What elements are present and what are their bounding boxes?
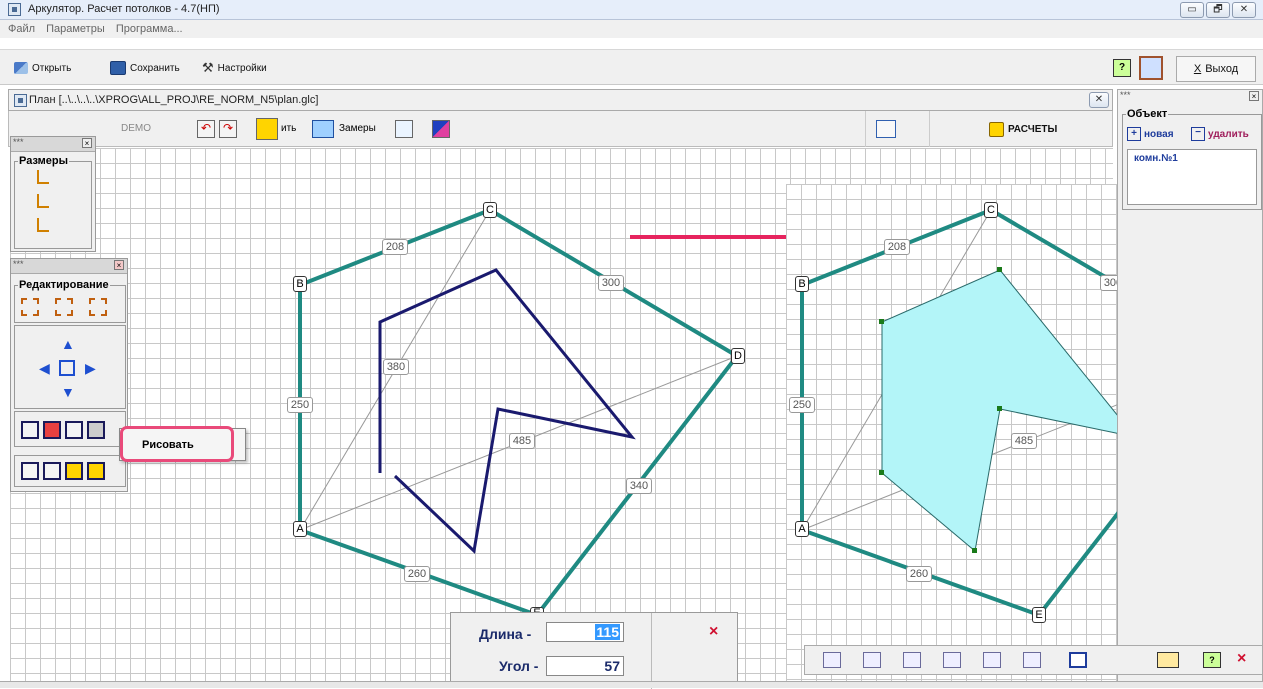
panel-grip: *** <box>13 259 24 269</box>
node-point <box>997 267 1002 272</box>
arrow-up-icon[interactable]: ▲ <box>61 336 75 352</box>
save-small-icon[interactable] <box>1069 652 1087 668</box>
angle-label: Угол - <box>499 658 539 674</box>
object-label: Объект <box>1126 108 1169 120</box>
length-input[interactable]: 115 <box>546 622 624 642</box>
flip-v-icon[interactable] <box>87 462 105 480</box>
object-group: Объект + новая − удалить комн.№1 <box>1122 108 1262 210</box>
bottom-tool-icon[interactable] <box>863 652 881 668</box>
bottom-tool-icon[interactable] <box>823 652 841 668</box>
dialog-close-button[interactable]: × <box>709 623 718 641</box>
align-group <box>14 455 126 487</box>
node-point <box>997 406 1002 411</box>
highlight-box <box>120 426 234 462</box>
size-vertical-icon[interactable] <box>37 194 49 208</box>
center-icon[interactable] <box>59 360 75 376</box>
vertex-label: B <box>795 276 809 292</box>
arrow-down-icon[interactable]: ▼ <box>61 384 75 400</box>
bottom-toolbar: ? × <box>804 645 1263 675</box>
dialog-separator <box>651 613 652 689</box>
dimension-label: 260 <box>906 566 932 582</box>
table-icon[interactable] <box>1157 652 1179 668</box>
edit-label: Редактирование <box>18 279 110 291</box>
sizes-group: Размеры <box>14 155 92 249</box>
sizes-panel-close[interactable]: × <box>82 138 92 148</box>
size-horizontal-icon[interactable] <box>37 170 49 184</box>
move-group: ▲ ◀ ▶ ▼ <box>14 325 126 409</box>
minus-icon: − <box>1191 127 1205 141</box>
bottom-tool-icon[interactable] <box>943 652 961 668</box>
plus-icon: + <box>1127 127 1141 141</box>
shape-group <box>14 411 126 447</box>
node-point <box>879 319 884 324</box>
vertex-label: C <box>984 202 998 218</box>
panel-grip: *** <box>1120 90 1131 100</box>
bottom-close-button[interactable]: × <box>1237 650 1246 668</box>
dimension-label: 250 <box>789 397 815 413</box>
edit-panel-close[interactable]: × <box>114 260 124 270</box>
length-value: 115 <box>595 624 620 640</box>
draw-tool-icon[interactable] <box>87 421 105 439</box>
rotate-left-icon[interactable] <box>21 462 39 480</box>
new-label: новая <box>1144 128 1174 140</box>
vertex-label: A <box>795 521 809 537</box>
panel-grip: *** <box>13 137 24 147</box>
edit-group: Редактирование <box>14 279 126 323</box>
length-angle-dialog: Длина - 115 Угол - 57 × <box>450 612 738 689</box>
right-room-plan <box>800 207 1243 618</box>
rotate-right-icon[interactable] <box>43 462 61 480</box>
dimension-label: 485 <box>1011 433 1037 449</box>
angle-input[interactable]: 57 <box>546 656 624 676</box>
status-bar <box>0 681 1263 688</box>
new-object-button[interactable]: + новая <box>1127 127 1174 141</box>
bottom-help-icon[interactable]: ? <box>1203 652 1221 668</box>
node-point <box>879 470 884 475</box>
edit-panel-header: *** × <box>11 259 127 274</box>
edit-add-icon[interactable] <box>89 298 107 316</box>
object-panel-close[interactable]: × <box>1249 91 1259 101</box>
delete-label: удалить <box>1208 128 1249 140</box>
vertex-label: E <box>1032 607 1046 623</box>
flip-h-icon[interactable] <box>65 462 83 480</box>
edit-tool-icon[interactable] <box>55 298 73 316</box>
sizes-panel-header: *** × <box>11 137 95 152</box>
object-panel: *** × Объект + новая − удалить комн.№1 <box>1117 89 1263 688</box>
arrow-left-icon[interactable]: ◀ <box>39 360 50 377</box>
rect-tool-icon[interactable] <box>21 421 39 439</box>
object-list[interactable]: комн.№1 <box>1127 149 1257 205</box>
object-list-item[interactable]: комн.№1 <box>1134 153 1256 164</box>
delete-object-button[interactable]: − удалить <box>1191 127 1249 141</box>
line-tool-icon[interactable] <box>65 421 83 439</box>
arrow-right-icon[interactable]: ▶ <box>85 360 96 377</box>
sizes-label: Размеры <box>18 155 70 167</box>
cut-tool-icon[interactable] <box>43 421 61 439</box>
size-diagonal-icon[interactable] <box>37 218 49 232</box>
node-point <box>972 548 977 553</box>
object-panel-header: *** × <box>1118 90 1262 104</box>
bottom-tool-icon[interactable] <box>1023 652 1041 668</box>
bottom-tool-icon[interactable] <box>983 652 1001 668</box>
bottom-tool-icon[interactable] <box>903 652 921 668</box>
edit-panel: *** × Редактирование ▲ ◀ ▶ ▼ <box>10 258 128 492</box>
dimension-label: 208 <box>884 239 910 255</box>
ceiling-area-fill <box>881 269 1137 552</box>
sizes-panel: *** × Размеры <box>10 136 96 252</box>
edit-tool-icon[interactable] <box>21 298 39 316</box>
length-label: Длина - <box>479 626 532 642</box>
